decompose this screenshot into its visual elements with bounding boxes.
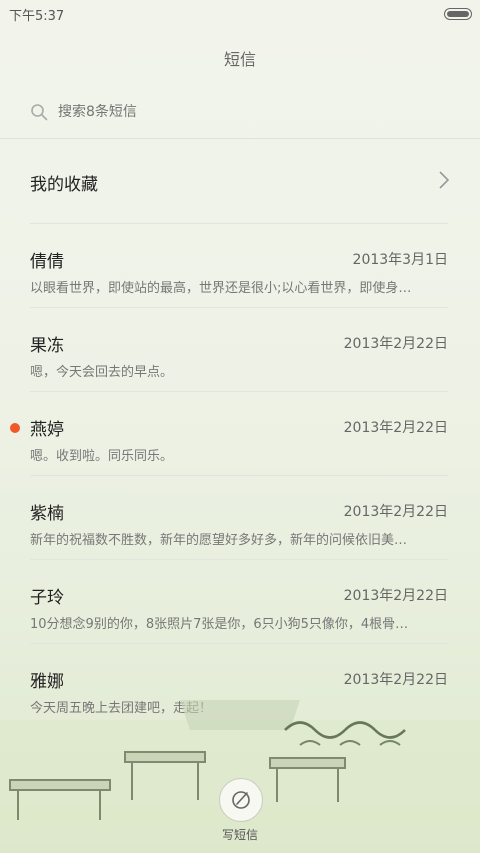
search-icon xyxy=(31,104,48,121)
message-preview: 新年的祝福数不胜数，新年的愿望好多好多，新年的问候依旧美… xyxy=(30,533,408,548)
status-bar: 下午5:37 xyxy=(0,0,480,26)
status-time: 下午5:37 xyxy=(9,9,65,24)
message-row[interactable]: 果冻 2013年2月22日 嗯，今天会回去的早点。 xyxy=(0,317,480,401)
compose-button[interactable] xyxy=(219,778,263,822)
contact-name: 燕婷 xyxy=(30,420,64,440)
divider xyxy=(30,223,448,224)
divider xyxy=(30,475,448,476)
compose-icon xyxy=(232,791,250,809)
search-bar[interactable] xyxy=(30,96,450,132)
battery-icon xyxy=(444,8,472,20)
favorites-label: 我的收藏 xyxy=(30,175,98,195)
compose-label: 写短信 xyxy=(221,828,258,842)
message-date: 2013年2月22日 xyxy=(343,420,448,436)
search-divider xyxy=(0,138,480,139)
message-date: 2013年2月22日 xyxy=(343,672,448,688)
search-input[interactable] xyxy=(58,104,438,120)
compose-area: 写短信 xyxy=(0,778,480,853)
favorites-row[interactable]: 我的收藏 xyxy=(30,160,450,204)
message-date: 2013年2月22日 xyxy=(343,336,448,352)
contact-name: 倩倩 xyxy=(30,252,64,272)
divider xyxy=(30,559,448,560)
message-date: 2013年2月22日 xyxy=(343,588,448,604)
chevron-right-icon xyxy=(439,171,450,189)
contact-name: 果冻 xyxy=(30,336,64,356)
divider xyxy=(30,643,448,644)
message-preview: 嗯，今天会回去的早点。 xyxy=(30,365,174,380)
message-date: 2013年3月1日 xyxy=(352,252,448,268)
message-row[interactable]: 子玲 2013年2月22日 10分想念9别的你，8张照片7张是你，6只小狗5只像… xyxy=(0,569,480,653)
message-row[interactable]: 燕婷 2013年2月22日 嗯。收到啦。同乐同乐。 xyxy=(0,401,480,485)
message-date: 2013年2月22日 xyxy=(343,504,448,520)
page-title: 短信 xyxy=(223,50,256,69)
divider xyxy=(30,391,448,392)
message-row[interactable]: 紫楠 2013年2月22日 新年的祝福数不胜数，新年的愿望好多好多，新年的问候依… xyxy=(0,485,480,569)
contact-name: 子玲 xyxy=(30,588,64,608)
divider xyxy=(30,307,448,308)
message-preview: 嗯。收到啦。同乐同乐。 xyxy=(30,449,174,464)
message-preview: 以眼看世界，即使站的最高，世界还是很小;以心看世界，即使身… xyxy=(30,281,412,296)
message-row[interactable]: 倩倩 2013年3月1日 以眼看世界，即使站的最高，世界还是很小;以心看世界，即… xyxy=(0,233,480,317)
message-preview: 10分想念9别的你，8张照片7张是你，6只小狗5只像你，4根骨… xyxy=(30,617,409,632)
unread-indicator xyxy=(10,423,20,433)
contact-name: 雅娜 xyxy=(30,672,64,692)
contact-name: 紫楠 xyxy=(30,504,64,524)
